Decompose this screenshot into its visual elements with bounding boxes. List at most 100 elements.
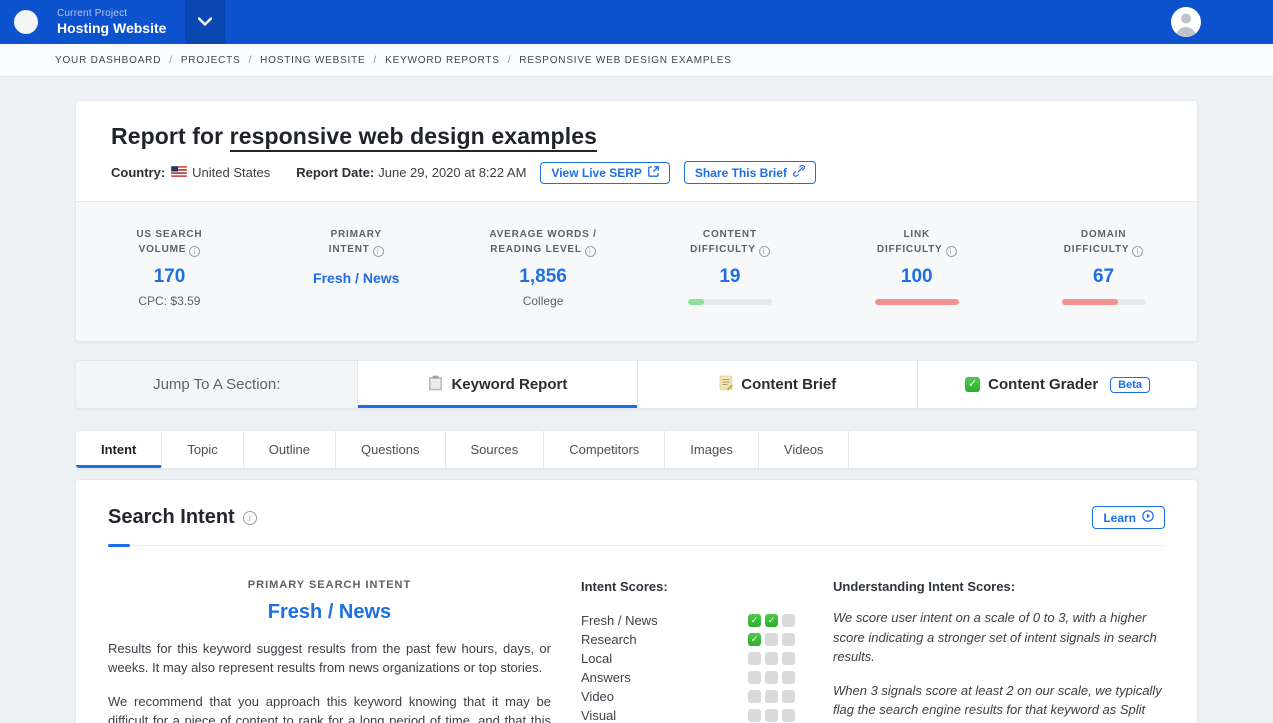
breadcrumb-item[interactable]: HOSTING WEBSITE bbox=[260, 55, 365, 66]
report-stats: US SEARCH VOLUME i 170 CPC: $3.59 PRIMARY I… bbox=[76, 201, 1197, 341]
current-project-label: Current Project bbox=[57, 8, 128, 19]
search-intent-section: Search Intent i Learn PRIMARY SEARCH INT… bbox=[75, 479, 1198, 723]
intent-score-row: Answers bbox=[581, 668, 803, 687]
share-brief-button[interactable]: Share This Brief bbox=[683, 161, 816, 184]
score-empty-box bbox=[782, 671, 795, 684]
score-empty-box bbox=[782, 614, 795, 627]
breadcrumb-separator: / bbox=[169, 54, 173, 66]
stat-value: 100 bbox=[900, 266, 933, 287]
breadcrumb-item[interactable]: KEYWORD REPORTS bbox=[385, 55, 500, 66]
score-empty-box bbox=[765, 690, 778, 703]
country-label: Country: bbox=[111, 165, 166, 180]
project-switcher[interactable]: Current Project Hosting Website bbox=[57, 0, 166, 44]
learn-button[interactable]: Learn bbox=[1092, 506, 1165, 529]
info-icon[interactable]: i bbox=[584, 246, 596, 257]
learn-button-label: Learn bbox=[1103, 510, 1136, 525]
primary-intent-column: PRIMARY SEARCH INTENT Fresh / News Resul… bbox=[108, 579, 551, 723]
score-empty-box bbox=[765, 633, 778, 646]
primary-search-intent-label: PRIMARY SEARCH INTENT bbox=[247, 579, 412, 591]
beta-badge: Beta bbox=[1110, 376, 1151, 393]
tab-intent[interactable]: Intent bbox=[76, 431, 163, 468]
tab-topic[interactable]: Topic bbox=[162, 431, 244, 468]
tab-competitors[interactable]: Competitors bbox=[544, 431, 666, 468]
us-flag-icon bbox=[170, 165, 188, 180]
report-keyword[interactable]: responsive web design examples bbox=[229, 123, 597, 152]
search-intent-heading: Search Intent i bbox=[108, 506, 257, 529]
play-circle-icon bbox=[1142, 510, 1154, 525]
tab-sources[interactable]: Sources bbox=[446, 431, 545, 468]
country-value: United States bbox=[192, 165, 271, 180]
section-content-brief[interactable]: Content Brief bbox=[638, 361, 919, 408]
breadcrumb-separator: / bbox=[373, 54, 378, 66]
section-keyword-report-label: Keyword Report bbox=[451, 376, 568, 393]
score-empty-box bbox=[782, 709, 795, 722]
score-empty-box bbox=[748, 709, 761, 722]
intent-score-boxes: ✓ ✓ bbox=[748, 614, 795, 627]
tab-images[interactable]: Images bbox=[665, 431, 759, 468]
search-intent-heading-text: Search Intent bbox=[108, 506, 235, 528]
intent-score-boxes bbox=[748, 690, 795, 703]
stat-value: 67 bbox=[1092, 266, 1115, 287]
intent-score-row: Research ✓ bbox=[581, 630, 803, 649]
stat-value: Fresh / News bbox=[313, 270, 400, 286]
external-link-icon bbox=[648, 165, 659, 180]
section-content-brief-label: Content Brief bbox=[741, 376, 837, 393]
intent-score-label: Answers bbox=[581, 670, 631, 685]
score-empty-box bbox=[782, 633, 795, 646]
intent-scores-heading: Intent Scores: bbox=[581, 579, 668, 594]
link-icon bbox=[792, 164, 805, 180]
breadcrumb-separator: / bbox=[507, 54, 512, 66]
breadcrumb-item[interactable]: RESPONSIVE WEB DESIGN EXAMPLES bbox=[519, 55, 731, 66]
breadcrumb-item[interactable]: PROJECTS bbox=[181, 55, 241, 66]
breadcrumb: YOUR DASHBOARD / PROJECTS / HOSTING WEBSITE /… bbox=[0, 44, 1273, 77]
primary-search-intent-value: Fresh / News bbox=[267, 601, 392, 623]
top-bar: Current Project Hosting Website bbox=[0, 0, 1273, 44]
stat-us-search-volume: US SEARCH VOLUME i 170 CPC: $3.59 bbox=[136, 229, 203, 308]
info-icon[interactable]: i bbox=[1132, 246, 1144, 257]
understanding-paragraph: When 3 signals score at least 2 on our s… bbox=[833, 682, 1162, 723]
progress-bar bbox=[1061, 299, 1146, 305]
progress-bar bbox=[687, 299, 772, 305]
app-logo[interactable] bbox=[14, 10, 38, 34]
info-icon[interactable]: i bbox=[189, 246, 201, 257]
report-title-prefix: Report for bbox=[111, 123, 230, 149]
breadcrumb-separator: / bbox=[248, 54, 253, 66]
view-live-serp-button[interactable]: View Live SERP bbox=[540, 161, 670, 184]
intent-recommendation-paragraph: We recommend that you approach this keyw… bbox=[108, 694, 551, 723]
stat-primary-intent: PRIMARY INTENT i Fresh / News bbox=[313, 229, 400, 286]
stat-sub: College bbox=[522, 294, 564, 308]
intent-score-label: Local bbox=[581, 651, 613, 666]
breadcrumb-item[interactable]: YOUR DASHBOARD bbox=[55, 55, 161, 66]
intent-score-boxes: ✓ bbox=[748, 633, 795, 646]
understanding-heading: Understanding Intent Scores: bbox=[833, 579, 1016, 594]
section-content-grader[interactable]: ✓ Content Grader Beta bbox=[918, 361, 1197, 408]
intent-score-label: Research bbox=[581, 632, 637, 647]
info-icon[interactable]: i bbox=[945, 246, 957, 257]
tab-questions[interactable]: Questions bbox=[336, 431, 446, 468]
project-switcher-toggle[interactable] bbox=[185, 0, 226, 44]
user-avatar[interactable] bbox=[1171, 7, 1201, 37]
clipboard-icon bbox=[428, 375, 443, 395]
stat-average-words: AVERAGE WORDS / READING LEVEL i 1,856 Coll… bbox=[489, 229, 597, 308]
score-check-icon: ✓ bbox=[765, 614, 778, 627]
score-empty-box bbox=[748, 652, 761, 665]
info-icon[interactable]: i bbox=[372, 246, 384, 257]
info-icon[interactable]: i bbox=[242, 510, 257, 525]
report-header-card: Report for responsive web design example… bbox=[75, 100, 1198, 342]
score-check-icon: ✓ bbox=[748, 614, 761, 627]
memo-icon bbox=[719, 375, 734, 395]
tab-outline[interactable]: Outline bbox=[244, 431, 336, 468]
check-square-icon: ✓ bbox=[965, 377, 981, 392]
page-title: Report for responsive web design example… bbox=[111, 123, 1162, 152]
section-keyword-report[interactable]: Keyword Report bbox=[358, 361, 639, 408]
stat-value: 1,856 bbox=[519, 266, 567, 287]
score-check-icon: ✓ bbox=[748, 633, 761, 646]
score-empty-box bbox=[765, 671, 778, 684]
section-divider bbox=[108, 544, 1165, 547]
intent-score-boxes bbox=[748, 652, 795, 665]
info-icon[interactable]: i bbox=[758, 246, 770, 257]
progress-bar bbox=[874, 299, 959, 305]
intent-description-paragraph: Results for this keyword suggest results… bbox=[108, 641, 551, 675]
intent-scores-column: Intent Scores: Fresh / News ✓ ✓ Research ✓ Lo… bbox=[581, 579, 803, 723]
tab-videos[interactable]: Videos bbox=[759, 431, 850, 468]
